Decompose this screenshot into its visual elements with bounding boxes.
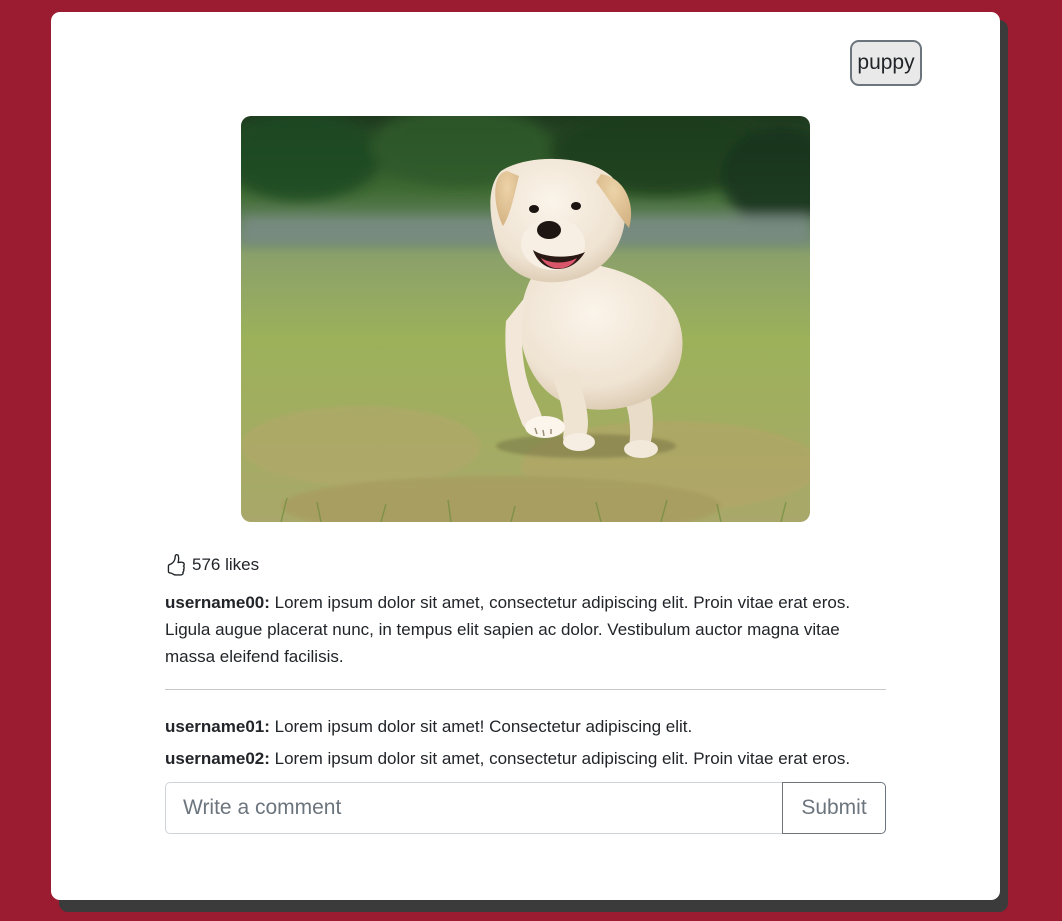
comment-text: Lorem ipsum dolor sit amet, consectetur …: [269, 749, 851, 768]
likes-row: 576 likes: [165, 552, 259, 578]
tag-button-puppy[interactable]: puppy: [850, 40, 922, 86]
post-caption: username00: Lorem ipsum dolor sit amet, …: [165, 589, 890, 670]
comment-item: username01: Lorem ipsum dolor sit amet! …: [165, 714, 890, 740]
likes-count: 576 likes: [192, 555, 260, 574]
post-image: [241, 116, 810, 522]
comment-item: username02: Lorem ipsum dolor sit amet, …: [165, 746, 890, 772]
divider: [165, 689, 886, 690]
thumbs-up-icon[interactable]: [165, 553, 187, 577]
comment-form: Submit: [165, 782, 886, 834]
comment-text: Lorem ipsum dolor sit amet! Consectetur …: [269, 717, 693, 736]
submit-button[interactable]: Submit: [782, 782, 886, 834]
caption-username[interactable]: username00:: [165, 593, 270, 612]
comment-username[interactable]: username01:: [165, 717, 270, 736]
post-card: puppy 576 likes username00: Lorem ipsum …: [51, 12, 1000, 900]
comment-input[interactable]: [165, 782, 782, 834]
comment-username[interactable]: username02:: [165, 749, 270, 768]
